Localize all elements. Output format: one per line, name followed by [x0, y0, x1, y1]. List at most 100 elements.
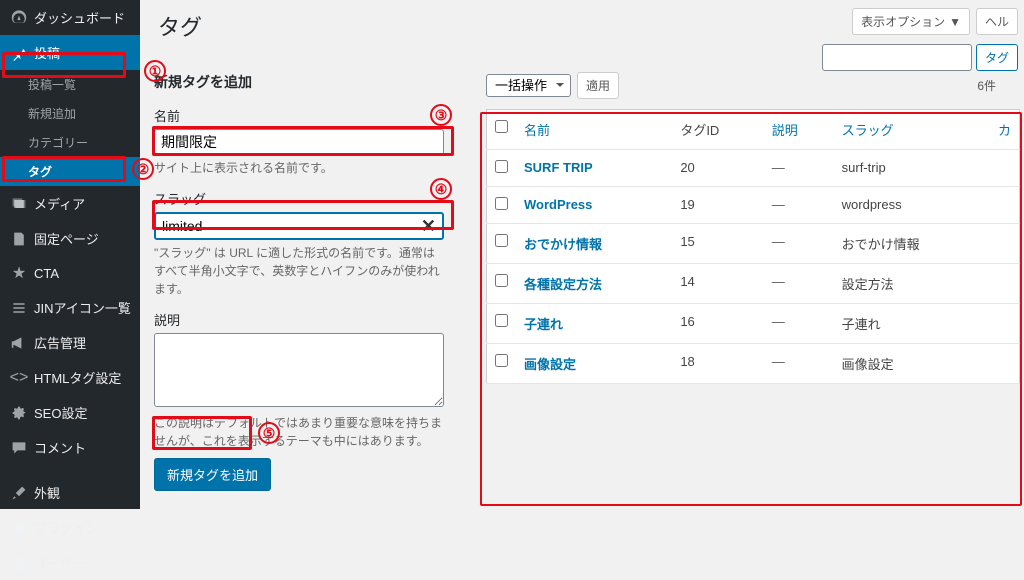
add-tag-submit-button[interactable]: 新規タグを追加: [154, 458, 271, 491]
sidebar-sub-categories[interactable]: カテゴリー: [0, 128, 140, 157]
table-row: WordPress19―wordpress: [487, 187, 1020, 224]
sidebar-dashboard-label: ダッシュボード: [34, 8, 125, 27]
slug-description: "スラッグ" は URL に適した形式の名前です。通常はすべて半角小文字で、英数…: [154, 244, 444, 298]
media-icon: [10, 195, 28, 213]
tag-name-link[interactable]: WordPress: [524, 197, 592, 212]
star-icon: ★: [10, 264, 28, 282]
sidebar-html-label: HTMLタグ設定: [34, 368, 121, 387]
tag-slug-input[interactable]: [154, 212, 444, 240]
tag-search-button[interactable]: タグ: [976, 44, 1018, 71]
bulk-action-select[interactable]: 一括操作: [486, 74, 571, 97]
sidebar-sub-posts-list[interactable]: 投稿一覧: [0, 70, 140, 99]
sidebar-item-appearance[interactable]: 外観: [0, 475, 140, 510]
tag-slug-cell: wordpress: [834, 187, 990, 224]
sidebar-item-ads[interactable]: 広告管理: [0, 325, 140, 360]
sidebar-item-pages[interactable]: 固定ページ: [0, 221, 140, 256]
tag-id-cell: 14: [672, 264, 763, 304]
tag-id-cell: 15: [672, 224, 763, 264]
tag-name-link[interactable]: SURF TRIP: [524, 160, 593, 175]
tag-name-link[interactable]: 各種設定方法: [524, 277, 602, 292]
tag-description-input[interactable]: [154, 333, 444, 407]
col-desc[interactable]: 説明: [764, 110, 834, 150]
tag-id-cell: 16: [672, 304, 763, 344]
row-checkbox[interactable]: [495, 234, 508, 247]
sidebar-cta-label: CTA: [34, 266, 59, 281]
table-row: おでかけ情報15―おでかけ情報: [487, 224, 1020, 264]
tag-count-cell: [990, 344, 1020, 384]
row-checkbox[interactable]: [495, 160, 508, 173]
tag-search-input[interactable]: [822, 44, 972, 71]
row-checkbox[interactable]: [495, 274, 508, 287]
select-all-checkbox[interactable]: [495, 120, 508, 133]
sidebar-appearance-label: 外観: [34, 483, 60, 502]
table-row: 子連れ16―子連れ: [487, 304, 1020, 344]
tag-name-link[interactable]: 画像設定: [524, 357, 576, 372]
tag-slug-cell: surf-trip: [834, 150, 990, 187]
brush-icon: [10, 484, 28, 502]
tag-name-input[interactable]: [154, 129, 444, 155]
col-name[interactable]: 名前: [516, 110, 672, 150]
tag-slug-cell: 子連れ: [834, 304, 990, 344]
admin-sidebar: ダッシュボード 投稿 投稿一覧 新規追加 カテゴリー タグ メディア 固定ページ…: [0, 0, 140, 509]
sidebar-item-seo[interactable]: SEO設定: [0, 395, 140, 430]
row-checkbox[interactable]: [495, 354, 508, 367]
sidebar-item-cta[interactable]: ★ CTA: [0, 256, 140, 290]
page-icon: [10, 230, 28, 248]
main-content: 表示オプション ▼ ヘル タグ タグ 新規タグを追加 名前 サイト上に表示される…: [140, 0, 1024, 509]
code-icon: <>: [10, 369, 28, 387]
table-row: SURF TRIP20―surf-trip: [487, 150, 1020, 187]
tag-desc-cell: ―: [764, 150, 834, 187]
sidebar-users-label: ユーザー: [34, 553, 86, 572]
tag-name-link[interactable]: おでかけ情報: [524, 237, 602, 252]
clear-icon[interactable]: ✕: [421, 216, 436, 237]
item-count: 6件: [977, 77, 996, 94]
table-row: 各種設定方法 14―設定方法: [487, 264, 1020, 304]
tag-desc-cell: ―: [764, 344, 834, 384]
name-label: 名前: [154, 106, 462, 125]
tag-count-cell: [990, 187, 1020, 224]
sidebar-pages-label: 固定ページ: [34, 229, 99, 248]
sidebar-ads-label: 広告管理: [34, 333, 86, 352]
caret-down-icon: ▼: [949, 15, 961, 29]
add-tag-form: 新規タグを追加 名前 サイト上に表示される名前です。 スラッグ ✕ "スラッグ"…: [154, 72, 466, 509]
list-icon: [10, 299, 28, 317]
row-checkbox[interactable]: [495, 197, 508, 210]
tag-slug-cell: 設定方法: [834, 264, 990, 304]
sidebar-sub-add-new[interactable]: 新規追加: [0, 99, 140, 128]
sidebar-item-media[interactable]: メディア: [0, 186, 140, 221]
sidebar-item-dashboard[interactable]: ダッシュボード: [0, 0, 140, 35]
col-count[interactable]: カ: [990, 110, 1020, 150]
row-checkbox[interactable]: [495, 314, 508, 327]
user-icon: [10, 554, 28, 572]
sidebar-item-html-tags[interactable]: <> HTMLタグ設定: [0, 360, 140, 395]
tag-desc-cell: ―: [764, 304, 834, 344]
sidebar-seo-label: SEO設定: [34, 403, 87, 422]
tag-name-link[interactable]: 子連れ: [524, 317, 563, 332]
screen-options-label: 表示オプション: [861, 13, 945, 30]
sidebar-item-users[interactable]: ユーザー: [0, 545, 140, 580]
screen-options-button[interactable]: 表示オプション ▼: [852, 8, 970, 35]
name-description: サイト上に表示される名前です。: [154, 159, 444, 177]
tag-desc-cell: ―: [764, 187, 834, 224]
form-heading: 新規タグを追加: [154, 72, 462, 92]
sidebar-sub-tags[interactable]: タグ: [0, 157, 140, 186]
sidebar-item-jin-icons[interactable]: JINアイコン一覧: [0, 290, 140, 325]
description-label: 説明: [154, 310, 462, 329]
bulk-apply-button[interactable]: 適用: [577, 72, 619, 99]
tag-list-panel: 一括操作 適用 6件 名前 タグID 説明 スラッグ カ: [486, 72, 1020, 509]
tag-desc-cell: ―: [764, 264, 834, 304]
gauge-icon: [10, 9, 28, 27]
tag-desc-cell: ―: [764, 224, 834, 264]
sidebar-item-plugins[interactable]: プラグイン: [0, 510, 140, 545]
sidebar-plugins-label: プラグイン: [34, 518, 99, 537]
tags-table: 名前 タグID 説明 スラッグ カ SURF TRIP20―surf-tripW…: [486, 109, 1020, 384]
col-slug[interactable]: スラッグ: [834, 110, 990, 150]
sidebar-posts-label: 投稿: [34, 43, 60, 62]
slug-label: スラッグ: [154, 189, 462, 208]
sidebar-item-posts[interactable]: 投稿: [0, 35, 140, 70]
tag-count-cell: [990, 304, 1020, 344]
sidebar-item-comments[interactable]: コメント: [0, 430, 140, 465]
help-button[interactable]: ヘル: [976, 8, 1018, 35]
megaphone-icon: [10, 334, 28, 352]
tag-count-cell: [990, 150, 1020, 187]
